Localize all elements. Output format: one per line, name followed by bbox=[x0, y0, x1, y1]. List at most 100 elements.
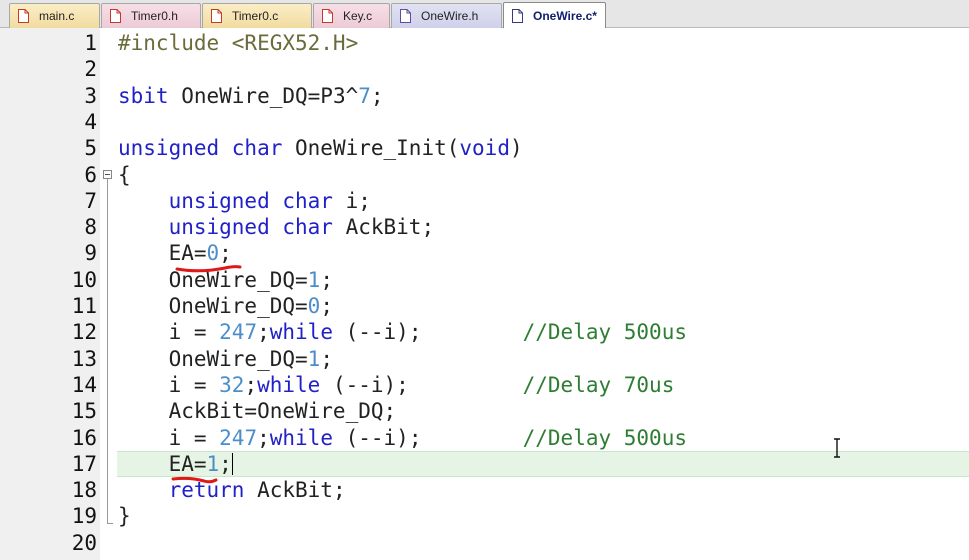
code-line[interactable]: 18 return AckBit; bbox=[0, 477, 969, 503]
tab-label: OneWire.c* bbox=[533, 9, 597, 23]
token: AckBit=OneWire_DQ; bbox=[118, 399, 397, 424]
code-text: OneWire_DQ=1; bbox=[118, 346, 333, 372]
tab-key-c[interactable]: Key.c bbox=[313, 3, 390, 28]
token: while bbox=[269, 320, 333, 345]
token: ; bbox=[257, 320, 270, 345]
code-editor[interactable]: 1 #include <REGX52.H> 2 3 sbit OneWire_DQ=P3… bbox=[0, 28, 969, 560]
code-line[interactable]: 5 unsigned char OneWire_Init(void) bbox=[0, 135, 969, 161]
token: i = bbox=[118, 372, 220, 397]
code-text: unsigned char AckBit; bbox=[118, 214, 435, 240]
ibeam-cursor-icon bbox=[834, 438, 840, 458]
token: ; bbox=[320, 267, 333, 292]
token: EA= bbox=[118, 451, 207, 476]
token: { bbox=[118, 162, 131, 187]
code-text: OneWire_DQ=1; bbox=[118, 267, 333, 293]
code-text: sbit OneWire_DQ=P3^7; bbox=[118, 83, 384, 109]
code-line[interactable]: 6{ bbox=[0, 162, 969, 188]
code-text: unsigned char OneWire_Init(void) bbox=[118, 135, 523, 161]
file-icon bbox=[512, 9, 523, 23]
token: OneWire_DQ= bbox=[118, 294, 308, 318]
line-number: 3 bbox=[84, 83, 97, 108]
token: ; bbox=[320, 346, 333, 371]
code-line[interactable]: 10 OneWire_DQ=1; bbox=[0, 267, 969, 293]
tab-label: Timer0.c bbox=[232, 9, 279, 23]
token: 1 bbox=[206, 451, 220, 476]
tab-label: Timer0.h bbox=[131, 9, 178, 23]
token: 1 bbox=[307, 267, 321, 292]
token: ; bbox=[219, 451, 232, 476]
code-line[interactable]: 15 AckBit=OneWire_DQ; bbox=[0, 398, 969, 424]
fold-guide-end bbox=[107, 523, 113, 525]
fold-guide bbox=[107, 178, 108, 524]
code-line[interactable]: 9 EA=0; bbox=[0, 240, 969, 266]
token: sbit bbox=[118, 83, 169, 108]
token: ; bbox=[257, 425, 270, 450]
line-number: 12 bbox=[71, 320, 97, 345]
code-text: i = 247;while (--i); //Delay 500us bbox=[118, 425, 687, 451]
code-text: #include <REGX52.H> bbox=[118, 30, 358, 56]
file-icon bbox=[211, 9, 222, 23]
fold-minus-icon[interactable] bbox=[103, 169, 112, 179]
file-icon bbox=[110, 9, 121, 23]
file-icon bbox=[18, 9, 29, 23]
token: return bbox=[168, 478, 245, 503]
line-number: 7 bbox=[84, 188, 97, 213]
code-line[interactable]: 7 unsigned char i; bbox=[0, 188, 969, 214]
token: OneWire_Init( bbox=[282, 136, 460, 161]
code-line[interactable]: 19} bbox=[0, 503, 969, 529]
token: 247 bbox=[219, 425, 258, 450]
code-text: AckBit=OneWire_DQ; bbox=[118, 398, 397, 424]
tab-main-c[interactable]: main.c bbox=[9, 3, 100, 28]
code-line[interactable]: 12 i = 247;while (--i); //Delay 500us bbox=[0, 319, 969, 345]
tab-timer0-h[interactable]: Timer0.h bbox=[101, 3, 201, 28]
code-text: EA=1; bbox=[118, 451, 233, 477]
token: unsigned char bbox=[118, 136, 283, 161]
token: i = bbox=[118, 425, 220, 450]
token: 7 bbox=[358, 83, 371, 108]
token: 1 bbox=[307, 346, 321, 371]
line-number: 8 bbox=[84, 215, 97, 240]
code-line[interactable]: 13 OneWire_DQ=1; bbox=[0, 346, 969, 372]
tab-label: Key.c bbox=[343, 9, 373, 23]
code-text: { bbox=[118, 162, 131, 188]
line-number: 13 bbox=[71, 346, 97, 371]
code-line[interactable]: 20 bbox=[0, 530, 969, 556]
token: OneWire_DQ=P3^ bbox=[168, 83, 359, 108]
file-icon bbox=[400, 9, 411, 23]
line-number: 1 bbox=[84, 31, 97, 55]
code-line[interactable]: 4 bbox=[0, 109, 969, 135]
code-line[interactable]: 2 bbox=[0, 56, 969, 82]
code-text: unsigned char i; bbox=[118, 188, 371, 214]
code-line[interactable]: 3 sbit OneWire_DQ=P3^7; bbox=[0, 83, 969, 109]
file-icon bbox=[322, 9, 333, 23]
line-number: 2 bbox=[84, 57, 97, 82]
code-line[interactable]: 16 i = 247;while (--i); //Delay 500us bbox=[0, 425, 969, 451]
token: ) bbox=[509, 136, 523, 161]
code-line[interactable]: 17 EA=1; bbox=[0, 450, 969, 477]
line-number: 5 bbox=[84, 136, 97, 161]
tab-onewire-c[interactable]: OneWire.c* bbox=[503, 2, 606, 29]
token: #include <REGX52.H> bbox=[118, 31, 359, 55]
code-line[interactable]: 14 i = 32;while (--i); //Delay 70us bbox=[0, 372, 969, 398]
line-number: 4 bbox=[84, 109, 97, 134]
code-text: EA=0; bbox=[118, 240, 232, 266]
token: AckBit; bbox=[244, 478, 346, 503]
token: EA= bbox=[118, 241, 207, 266]
code-line[interactable]: 1 #include <REGX52.H> bbox=[0, 30, 969, 56]
token: ; bbox=[244, 372, 258, 397]
tab-timer0-c[interactable]: Timer0.c bbox=[202, 3, 312, 28]
token: ; bbox=[320, 294, 333, 318]
tab-onewire-h[interactable]: OneWire.h bbox=[391, 3, 502, 28]
token: //Delay 70us bbox=[522, 372, 675, 397]
token: //Delay 500us bbox=[522, 425, 687, 450]
line-number: 19 bbox=[71, 504, 97, 529]
code-line[interactable]: 11 OneWire_DQ=0; bbox=[0, 293, 969, 319]
token: ; bbox=[370, 83, 384, 108]
line-number: 15 bbox=[71, 399, 97, 424]
code-line[interactable]: 8 unsigned char AckBit; bbox=[0, 214, 969, 240]
token: OneWire_DQ= bbox=[118, 267, 308, 292]
code-text: return AckBit; bbox=[118, 477, 346, 503]
